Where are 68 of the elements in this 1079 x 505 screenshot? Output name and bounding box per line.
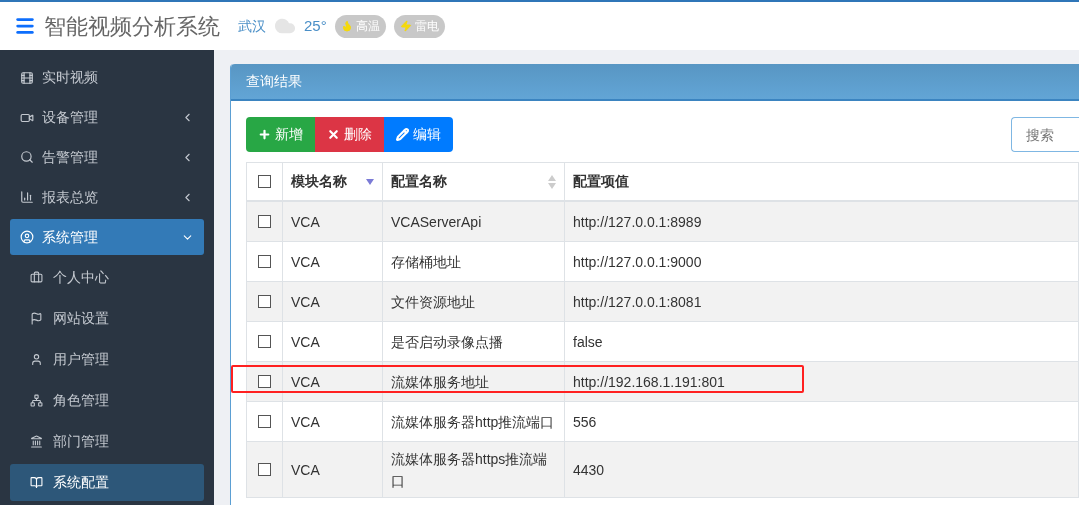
- table-cell: 556: [565, 402, 1079, 441]
- table-cell: false: [565, 322, 1079, 361]
- flag-icon: [30, 312, 43, 325]
- checkbox[interactable]: [258, 463, 271, 476]
- table-cell: VCA: [283, 402, 383, 441]
- checkbox[interactable]: [258, 295, 271, 308]
- column-header[interactable]: 模块名称: [283, 163, 383, 200]
- sidebar-item[interactable]: 系统管理: [10, 219, 204, 255]
- table-cell: VCA: [283, 362, 383, 401]
- hierarchy-icon: [30, 394, 43, 407]
- temperature-label: 25°: [304, 15, 327, 36]
- pencil-icon: [396, 128, 409, 141]
- sort-descending-icon: [366, 178, 374, 185]
- sidebar-subitem[interactable]: 网站设置: [10, 300, 204, 337]
- sidebar-item[interactable]: 告警管理: [10, 139, 204, 176]
- plus-icon: [258, 128, 271, 141]
- search-icon: [20, 150, 34, 165]
- checkbox[interactable]: [258, 375, 271, 388]
- flame-icon: [340, 20, 353, 32]
- checkbox[interactable]: [258, 335, 271, 348]
- sidebar-item[interactable]: 实时视频: [10, 60, 204, 96]
- table-cell: http://127.0.0.1:9000: [565, 242, 1079, 281]
- sidebar-item[interactable]: 报表总览: [10, 179, 204, 216]
- user-icon: [30, 353, 43, 366]
- table-cell: 文件资源地址: [383, 282, 565, 321]
- sidebar-subitem[interactable]: 角色管理: [10, 382, 204, 419]
- user-circle-icon: [20, 230, 34, 245]
- city-label: 武汉: [238, 16, 266, 36]
- table-cell: http://192.168.1.191:801: [565, 362, 1079, 401]
- table-cell: 流媒体服务器http推流端口: [383, 402, 565, 441]
- bank-icon: [30, 435, 43, 448]
- toolbar-button[interactable]: 编辑: [384, 117, 453, 152]
- bar-chart-icon: [20, 190, 34, 205]
- table-cell: 存储桶地址: [383, 242, 565, 281]
- sidebar-item[interactable]: 设备管理: [10, 99, 204, 136]
- close-icon: [327, 128, 340, 141]
- column-header[interactable]: 配置项值: [565, 163, 1079, 200]
- column-header[interactable]: 配置名称: [383, 163, 565, 200]
- table-cell: http://127.0.0.1:8081: [565, 282, 1079, 321]
- table-cell: VCA: [283, 322, 383, 361]
- book-icon: [30, 476, 43, 489]
- table-cell: VCA: [283, 242, 383, 281]
- table-cell: VCA: [283, 442, 383, 497]
- table-cell: VCA: [283, 202, 383, 241]
- menu-icon[interactable]: [14, 15, 36, 37]
- sidebar-subitem[interactable]: 用户管理: [10, 341, 204, 378]
- table-cell: VCAServerApi: [383, 202, 565, 241]
- sidebar-subitem[interactable]: 部门管理: [10, 423, 204, 460]
- checkbox[interactable]: [258, 215, 271, 228]
- checkbox[interactable]: [258, 415, 271, 428]
- sidebar-subitem[interactable]: 个人中心: [10, 259, 204, 296]
- app-title: 智能视频分析系统: [44, 12, 220, 41]
- table-cell: 流媒体服务地址: [383, 362, 565, 401]
- checkbox[interactable]: [258, 175, 271, 188]
- table-cell: 是否启动录像点播: [383, 322, 565, 361]
- panel-title: 查询结果: [246, 72, 302, 91]
- briefcase-icon: [30, 271, 43, 284]
- checkbox[interactable]: [258, 255, 271, 268]
- sidebar-subitem[interactable]: 系统配置: [10, 464, 204, 501]
- table-cell: 流媒体服务器https推流端口: [383, 442, 565, 497]
- toolbar-button[interactable]: 删除: [315, 117, 384, 152]
- lightning-icon: [399, 20, 412, 32]
- film-icon: [20, 70, 34, 85]
- table-cell: VCA: [283, 282, 383, 321]
- table-cell: 4430: [565, 442, 1079, 497]
- sort-icon: [548, 174, 556, 189]
- search-field[interactable]: 搜索: [1011, 117, 1079, 152]
- table-cell: http://127.0.0.1:8989: [565, 202, 1079, 241]
